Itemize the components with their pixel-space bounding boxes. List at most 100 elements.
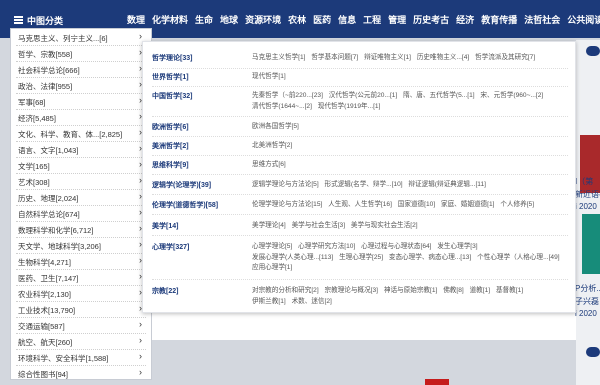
category-item[interactable]: 政治、法律[955] › xyxy=(11,77,151,94)
category-item[interactable]: 经济[5,485] › xyxy=(11,109,151,126)
category-item[interactable]: 历史、地理[2,024] › xyxy=(11,189,151,206)
subcategory-link[interactable]: 发生心理学[3] xyxy=(437,243,477,250)
category-item[interactable]: 农业科学[2,130] › xyxy=(11,285,151,302)
category-item[interactable]: 天文学、地球科学[3,206] › xyxy=(11,237,151,254)
subcategory-link[interactable]: 美学理论[4] xyxy=(252,222,286,229)
subcategory-title[interactable]: 宗教[22] xyxy=(152,286,248,296)
subcategory-title[interactable]: 伦理学(道德哲学)[58] xyxy=(152,200,248,210)
nav-link[interactable]: 工程 xyxy=(363,13,381,26)
subcategory-link[interactable]: 形式逻辑(名学、辩学...[10] xyxy=(325,181,403,188)
category-label: 历史、地理[2,024] xyxy=(18,194,79,203)
subcategory-title[interactable]: 美洲哲学[2] xyxy=(152,141,248,151)
category-item[interactable]: 数理科学和化学[6,712] › xyxy=(11,221,151,238)
subcategory-title[interactable]: 思维科学[9] xyxy=(152,160,248,170)
subcategory-link[interactable]: 哲学流派及其研究[7] xyxy=(475,54,535,61)
category-item[interactable]: 综合性图书[94] › xyxy=(11,365,151,382)
subcategory-link[interactable]: 心理学研究方法[10] xyxy=(298,243,355,250)
subcategory-title[interactable]: 哲学理论[33] xyxy=(152,53,248,63)
subcategory-link[interactable]: 伦理学理论与方法论[15] xyxy=(252,201,322,208)
category-menu-toggle[interactable]: 中图分类 xyxy=(14,13,63,27)
subcategory-link[interactable]: 辩证逻辑(辩证典逻辑...[11] xyxy=(408,181,486,188)
subcategory-link[interactable]: 变态心理学、病态心理...[13] xyxy=(389,254,471,261)
nav-link[interactable]: 历史考古 xyxy=(413,13,449,26)
subcategory-link[interactable]: 生理心理学[25] xyxy=(339,254,383,261)
category-item[interactable]: 文化、科学、教育、体...[2,825] › xyxy=(11,125,151,142)
subcategory-link[interactable]: 思维方式[6] xyxy=(252,161,286,168)
subcategory-link[interactable]: 历史唯物主义...[4] xyxy=(417,54,469,61)
search-chip[interactable] xyxy=(586,46,600,56)
nav-link[interactable]: 教育传播 xyxy=(481,13,517,26)
subcategory-link[interactable]: 心理过程与心理状态[64] xyxy=(361,243,431,250)
subcategory-link[interactable]: 辩证唯物主义[1] xyxy=(364,54,411,61)
subcategory-link[interactable]: 哲学基本问题[7] xyxy=(311,54,358,61)
category-item[interactable]: 艺术[308] › xyxy=(11,173,151,190)
subcategory-link[interactable]: 应用心理学[1] xyxy=(252,264,292,271)
subcategory-link[interactable]: 佛教[8] xyxy=(443,287,464,294)
subcategory-link[interactable]: 现代哲学(1919年...[1] xyxy=(318,103,381,110)
subcategory-link[interactable]: 发展心理学(人类心理...[113] xyxy=(252,254,333,261)
book-title-text[interactable]: P分析... xyxy=(575,283,600,294)
subcategory-link[interactable]: 美学与现实社会生活[2] xyxy=(351,222,418,229)
book-title-text[interactable]: I（第 xyxy=(575,176,593,187)
subcategory-link[interactable]: 先秦哲学（~前220...[23] xyxy=(252,92,323,99)
subcategory-link[interactable]: 心理学理论[5] xyxy=(252,243,292,250)
subcategory-link[interactable]: 伊斯兰教[1] xyxy=(252,298,286,305)
subcategory-title[interactable]: 逻辑学(论理学)[39] xyxy=(152,180,248,190)
nav-link[interactable]: 法哲社会 xyxy=(524,13,560,26)
category-item[interactable]: 交通运输[587] › xyxy=(11,317,151,334)
nav-link[interactable]: 医药 xyxy=(313,13,331,26)
nav-link[interactable]: 地球 xyxy=(220,13,238,26)
subcategory-link[interactable]: 人生观、人生哲学[16] xyxy=(328,201,392,208)
subcategory-link[interactable]: 清代哲学(1644~...[2] xyxy=(252,103,312,110)
subcategory-title[interactable]: 中国哲学[32] xyxy=(152,91,248,101)
subcategory-link[interactable]: 北美洲哲学[2] xyxy=(252,142,292,149)
nav-link[interactable]: 资源环境 xyxy=(245,13,281,26)
subcategory-link[interactable]: 逻辑学理论与方法论[5] xyxy=(252,181,319,188)
subcategory-link[interactable]: 道教[1] xyxy=(470,287,491,294)
category-item[interactable]: 环境科学、安全科学[1,588] › xyxy=(11,349,151,366)
nav-link[interactable]: 数理 xyxy=(127,13,145,26)
subcategory-title[interactable]: 心理学[327] xyxy=(152,242,248,252)
subcategory-link[interactable]: 现代哲学[1] xyxy=(252,73,286,80)
category-item[interactable]: 社会科学总论[666] › xyxy=(11,61,151,78)
nav-link[interactable]: 信息 xyxy=(338,13,356,26)
category-item[interactable]: 自然科学总论[674] › xyxy=(11,205,151,222)
category-item[interactable]: 生物科学[4,271] › xyxy=(11,253,151,270)
subcategory-link[interactable]: 术数、迷信[2] xyxy=(292,298,332,305)
subcategory-link[interactable]: 美学与社会生活[3] xyxy=(292,222,346,229)
nav-link[interactable]: 管理 xyxy=(388,13,406,26)
search-chip[interactable] xyxy=(586,347,600,357)
subcategory-link[interactable]: 神话与原始宗教[1] xyxy=(384,287,438,294)
nav-link[interactable]: 农林 xyxy=(288,13,306,26)
nav-link[interactable]: 化学材料 xyxy=(152,13,188,26)
category-label: 农业科学[2,130] xyxy=(18,290,71,299)
category-item[interactable]: 工业技术[13,790] › xyxy=(11,301,151,318)
subcategory-link[interactable]: 宗教理论与概况[3] xyxy=(325,287,379,294)
subcategory-link[interactable]: 汉代哲学(公元前20...[1] xyxy=(329,92,398,99)
subcategory-link[interactable]: 马克思主义哲学[1] xyxy=(252,54,306,61)
category-item[interactable]: 语言、文字[1,043] › xyxy=(11,141,151,158)
book-cover-teal[interactable] xyxy=(582,214,600,274)
category-item[interactable]: 航空、航天[260] › xyxy=(11,333,151,350)
nav-link[interactable]: 生命 xyxy=(195,13,213,26)
category-item[interactable]: 马克思主义、列宁主义...[6] › xyxy=(11,29,151,46)
category-item[interactable]: 军事[68] › xyxy=(11,93,151,110)
category-item[interactable]: 医药、卫生[7,147] › xyxy=(11,269,151,286)
subcategory-link[interactable]: 对宗教的分析和研究[2] xyxy=(252,287,319,294)
nav-link[interactable]: 公共阅读 xyxy=(567,13,600,26)
subcategory-title[interactable]: 美学[14] xyxy=(152,221,248,231)
subcategory-link[interactable]: 宋、元哲学(960~...[2] xyxy=(480,92,543,99)
subcategory-link[interactable]: 隋、唐、五代哲学(5...[1] xyxy=(403,92,474,99)
subcategory-link[interactable]: 国家道德[10] xyxy=(398,201,435,208)
category-item[interactable]: 文学[165] › xyxy=(11,157,151,174)
nav-link[interactable]: 经济 xyxy=(456,13,474,26)
subcategory-title[interactable]: 欧洲哲学[6] xyxy=(152,122,248,132)
subcategory-link[interactable]: 基督教[1] xyxy=(496,287,523,294)
subcategory-link[interactable]: 个人修养[5] xyxy=(500,201,534,208)
subcategory-link[interactable]: 家庭、婚姻道德[1] xyxy=(441,201,495,208)
subcategory-link[interactable]: 个性心理学（人格心理...[49] xyxy=(477,254,559,261)
subcategory-title[interactable]: 世界哲学[1] xyxy=(152,72,248,82)
category-item[interactable]: 哲学、宗教[558] › xyxy=(11,45,151,62)
category-label: 综合性图书[94] xyxy=(18,370,69,379)
subcategory-link[interactable]: 欧洲各国哲学[5] xyxy=(252,123,299,130)
